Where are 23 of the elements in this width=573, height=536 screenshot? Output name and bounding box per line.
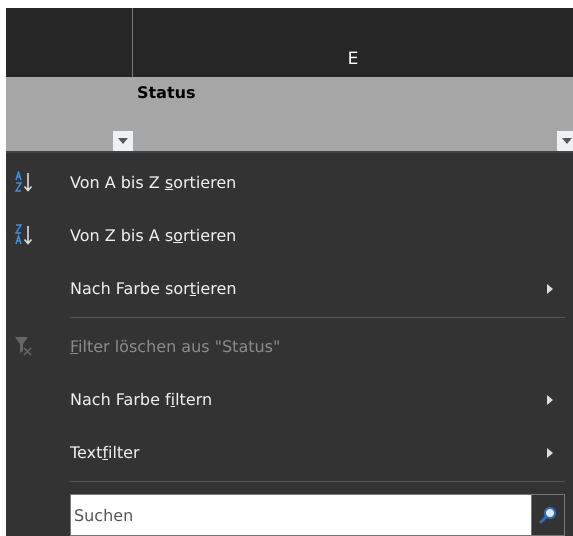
filter-dropdown-button[interactable] — [557, 131, 573, 151]
filter-dropdown-button[interactable] — [113, 131, 133, 151]
menu-item-label: Textfilter — [70, 443, 140, 462]
menu-item[interactable]: Nach Farbe filtern — [70, 373, 565, 426]
search-button[interactable] — [531, 494, 565, 536]
menu-item-label: Von Z bis A sortieren — [70, 226, 236, 245]
menu-item-label: Nach Farbe filtern — [70, 390, 212, 409]
sort-descending-icon — [14, 224, 34, 246]
menu-item-label: Filter löschen aus "Status" — [70, 337, 280, 356]
clear-filter-icon — [14, 335, 34, 357]
menu-item[interactable]: Von A bis Z sortieren — [70, 156, 565, 209]
caret-icon — [118, 138, 128, 144]
menu-item-label: Von A bis Z sortieren — [70, 173, 236, 192]
sort-ascending-icon — [14, 171, 34, 193]
menu-item-label: Nach Farbe sortieren — [70, 279, 236, 298]
menu-item[interactable]: Textfilter — [70, 426, 565, 479]
column-letter: E — [348, 49, 358, 70]
search-field[interactable]: Suchen — [70, 494, 531, 536]
header-cell: Status — [137, 83, 196, 102]
menu-item[interactable]: Nach Farbe sortieren — [70, 262, 565, 315]
menu-item[interactable]: Von Z bis A sortieren — [70, 209, 565, 262]
caret-icon — [562, 138, 572, 144]
search-icon — [539, 506, 557, 524]
